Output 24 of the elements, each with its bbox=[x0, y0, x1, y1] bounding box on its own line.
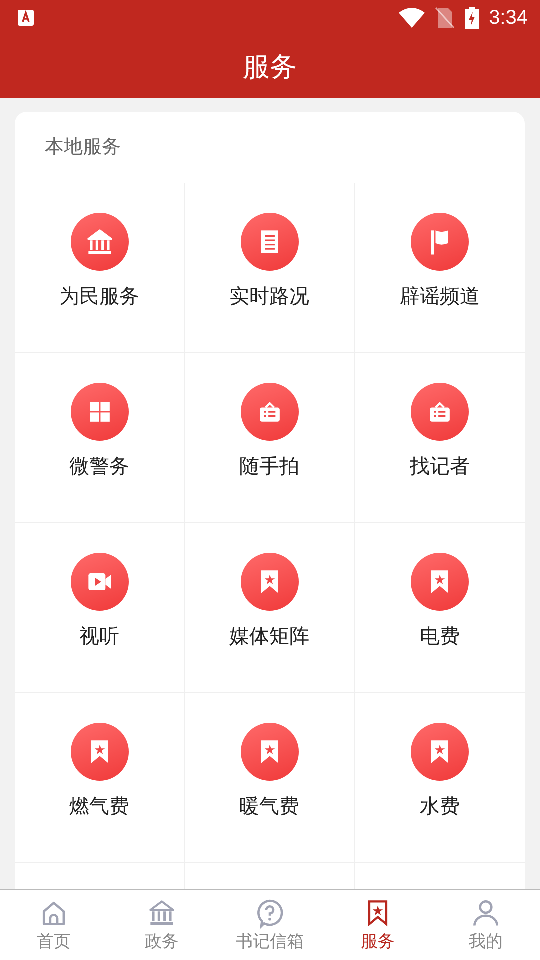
service-tile[interactable]: 随手拍 bbox=[185, 353, 355, 523]
clock-time: 3:34 bbox=[489, 6, 528, 30]
wifi-icon bbox=[399, 8, 426, 28]
page-title: 服务 bbox=[243, 51, 297, 85]
no-sim-icon bbox=[435, 7, 456, 29]
service-tile[interactable]: 找记者 bbox=[355, 353, 525, 523]
service-tile[interactable]: 实时路况 bbox=[185, 183, 355, 353]
service-tile[interactable]: 燃气费 bbox=[15, 693, 185, 863]
nav-tab[interactable]: 书记信箱 bbox=[216, 890, 324, 960]
service-tile[interactable]: 视听 bbox=[15, 523, 185, 693]
nav-tab[interactable]: 服务 bbox=[324, 890, 432, 960]
service-tile[interactable]: 电费 bbox=[355, 523, 525, 693]
battery-charging-icon bbox=[465, 7, 480, 29]
notification-icon bbox=[18, 10, 34, 26]
service-tile[interactable]: 暖气费 bbox=[185, 693, 355, 863]
service-tile[interactable]: 水费 bbox=[355, 693, 525, 863]
section-title: 本地服务 bbox=[44, 135, 122, 160]
service-tile[interactable]: 微警务 bbox=[15, 353, 185, 523]
nav-tab[interactable]: 政务 bbox=[108, 890, 216, 960]
service-tile[interactable]: 媒体矩阵 bbox=[185, 523, 355, 693]
nav-tab[interactable]: 我的 bbox=[432, 890, 540, 960]
nav-tab[interactable]: 首页 bbox=[0, 890, 108, 960]
service-tile[interactable]: 为民服务 bbox=[15, 183, 185, 353]
service-tile[interactable]: 辟谣频道 bbox=[355, 183, 525, 353]
